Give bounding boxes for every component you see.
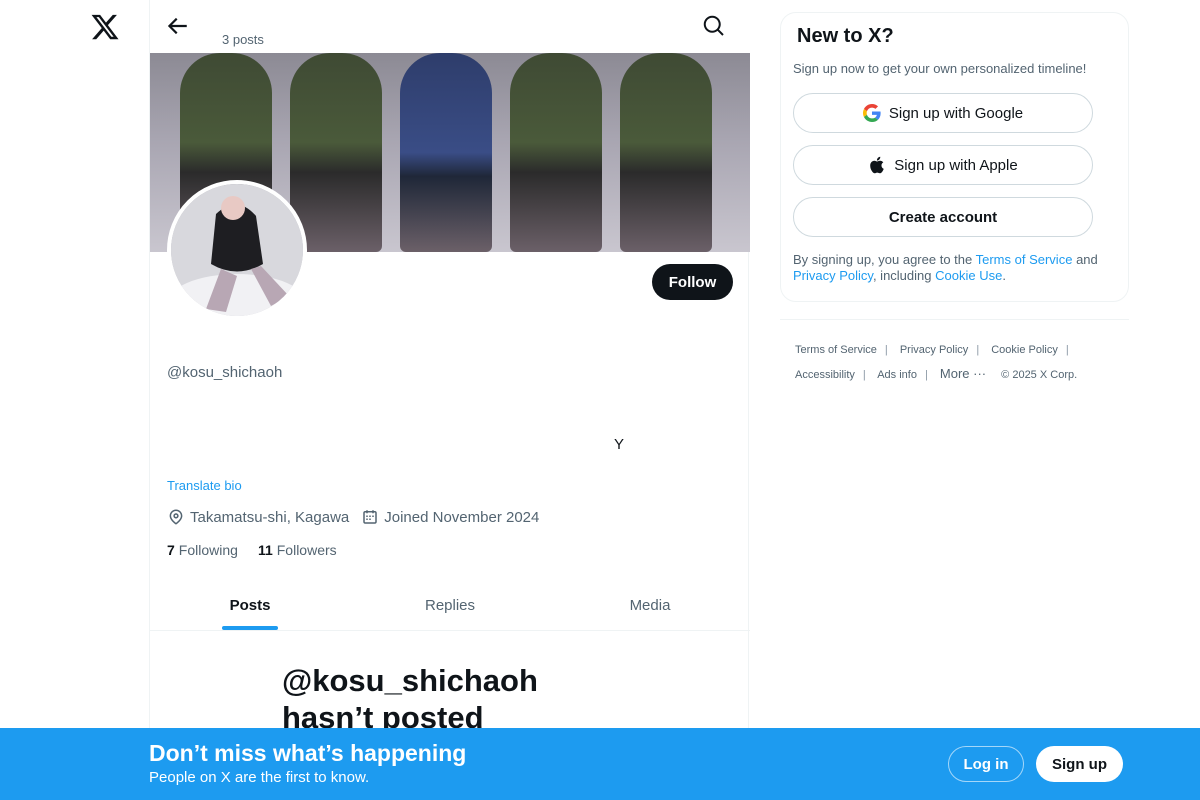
empty-state-title: @kosu_shichaoh hasn’t posted bbox=[282, 663, 538, 735]
cookie-use-link[interactable]: Cookie Use bbox=[935, 268, 1002, 283]
post-count: 3 posts bbox=[222, 32, 264, 47]
tab-posts[interactable]: Posts bbox=[150, 580, 350, 630]
footer-separator: | bbox=[884, 344, 888, 356]
bottom-bar-title: Don’t miss what’s happening bbox=[149, 740, 467, 766]
bottom-bar-subtitle: People on X are the first to know. bbox=[149, 769, 370, 786]
signup-title: New to X? bbox=[797, 25, 894, 47]
footer-separator: | bbox=[976, 344, 980, 356]
google-icon bbox=[862, 104, 881, 122]
profile-joined: Joined November 2024 bbox=[361, 508, 539, 526]
translate-bio-link[interactable]: Translate bio bbox=[167, 478, 242, 493]
followers-count: 11 bbox=[257, 542, 273, 558]
following-count: 7 bbox=[167, 542, 175, 558]
footer-ads-link[interactable]: Ads info bbox=[877, 369, 917, 381]
profile-meta: Takamatsu-shi, Kagawa Joined November 20… bbox=[167, 508, 551, 526]
calendar-icon bbox=[363, 510, 377, 524]
banner-figure bbox=[400, 53, 492, 252]
legal-and: and bbox=[1076, 252, 1098, 267]
tab-label: Replies bbox=[424, 596, 476, 614]
tab-media[interactable]: Media bbox=[550, 580, 750, 630]
tab-label: Media bbox=[629, 596, 671, 614]
footer-separator: | bbox=[924, 369, 928, 381]
footer-separator: | bbox=[1065, 344, 1069, 356]
follow-button[interactable]: Follow bbox=[652, 264, 733, 300]
site-footer: Terms of Service | Privacy Policy | Cookie… bbox=[795, 338, 1125, 387]
signup-google-label: Sign up with Google bbox=[888, 104, 1024, 122]
tab-replies[interactable]: Replies bbox=[350, 580, 550, 630]
signup-apple-button[interactable]: Sign up with Apple bbox=[793, 145, 1093, 185]
bottom-signup-bar: Don’t miss what’s happening People on X … bbox=[0, 728, 1200, 800]
joined-text: Joined November 2024 bbox=[384, 508, 540, 526]
footer-privacy-link[interactable]: Privacy Policy bbox=[900, 344, 968, 356]
active-tab-indicator bbox=[222, 626, 278, 630]
legal-end: . bbox=[1002, 268, 1006, 283]
legal-including: , including bbox=[872, 268, 932, 283]
profile-header: 3 posts bbox=[150, 0, 750, 53]
banner-figure bbox=[290, 53, 382, 252]
login-button[interactable]: Log in bbox=[948, 746, 1024, 782]
profile-handle: @kosu_shichaoh bbox=[167, 364, 283, 381]
profile-location: Takamatsu-shi, Kagawa bbox=[167, 508, 349, 526]
following-link[interactable]: 7 Following bbox=[167, 542, 238, 558]
signup-legal-text: By signing up, you agree to the Terms of… bbox=[793, 252, 1123, 284]
signup-subtitle: Sign up now to get your own personalized… bbox=[793, 61, 1087, 76]
legal-prefix: By signing up, you agree to the bbox=[793, 252, 973, 267]
privacy-link[interactable]: Privacy Policy bbox=[793, 268, 873, 283]
followers-link[interactable]: 11 Followers bbox=[258, 542, 337, 558]
search-icon[interactable] bbox=[702, 14, 726, 38]
terms-link[interactable]: Terms of Service bbox=[976, 252, 1073, 267]
create-account-button[interactable]: Create account bbox=[793, 197, 1093, 237]
profile-tabs: Posts Replies Media bbox=[150, 580, 750, 631]
tab-label: Posts bbox=[229, 596, 271, 614]
footer-terms-link[interactable]: Terms of Service bbox=[795, 344, 877, 356]
x-logo-icon[interactable] bbox=[90, 12, 120, 42]
footer-cookie-link[interactable]: Cookie Policy bbox=[991, 344, 1058, 356]
create-account-label: Create account bbox=[888, 208, 998, 226]
apple-icon bbox=[870, 156, 884, 174]
banner-figure bbox=[510, 53, 602, 252]
footer-copyright: © 2025 X Corp. bbox=[1001, 369, 1078, 381]
signup-card: New to X? Sign up now to get your own pe… bbox=[780, 12, 1129, 302]
location-text: Takamatsu-shi, Kagawa bbox=[190, 508, 350, 526]
profile-column: 3 posts Follow @kosu_shichaoh Y Translat… bbox=[149, 0, 750, 800]
signup-google-button[interactable]: Sign up with Google bbox=[793, 93, 1093, 133]
footer-accessibility-link[interactable]: Accessibility bbox=[795, 369, 855, 381]
profile-bio: Y bbox=[614, 436, 625, 453]
footer-divider bbox=[780, 319, 1129, 320]
footer-more-button[interactable]: More ··· bbox=[940, 366, 986, 381]
follow-stats: 7 Following 11 Followers bbox=[167, 542, 357, 558]
followers-label: Followers bbox=[276, 542, 337, 558]
footer-separator: | bbox=[862, 369, 866, 381]
location-icon bbox=[169, 509, 183, 525]
profile-avatar[interactable] bbox=[167, 180, 307, 320]
back-arrow-icon[interactable] bbox=[164, 13, 190, 39]
signup-button[interactable]: Sign up bbox=[1036, 746, 1123, 782]
banner-figure bbox=[620, 53, 712, 252]
signup-apple-label: Sign up with Apple bbox=[894, 156, 1018, 174]
following-label: Following bbox=[178, 542, 238, 558]
